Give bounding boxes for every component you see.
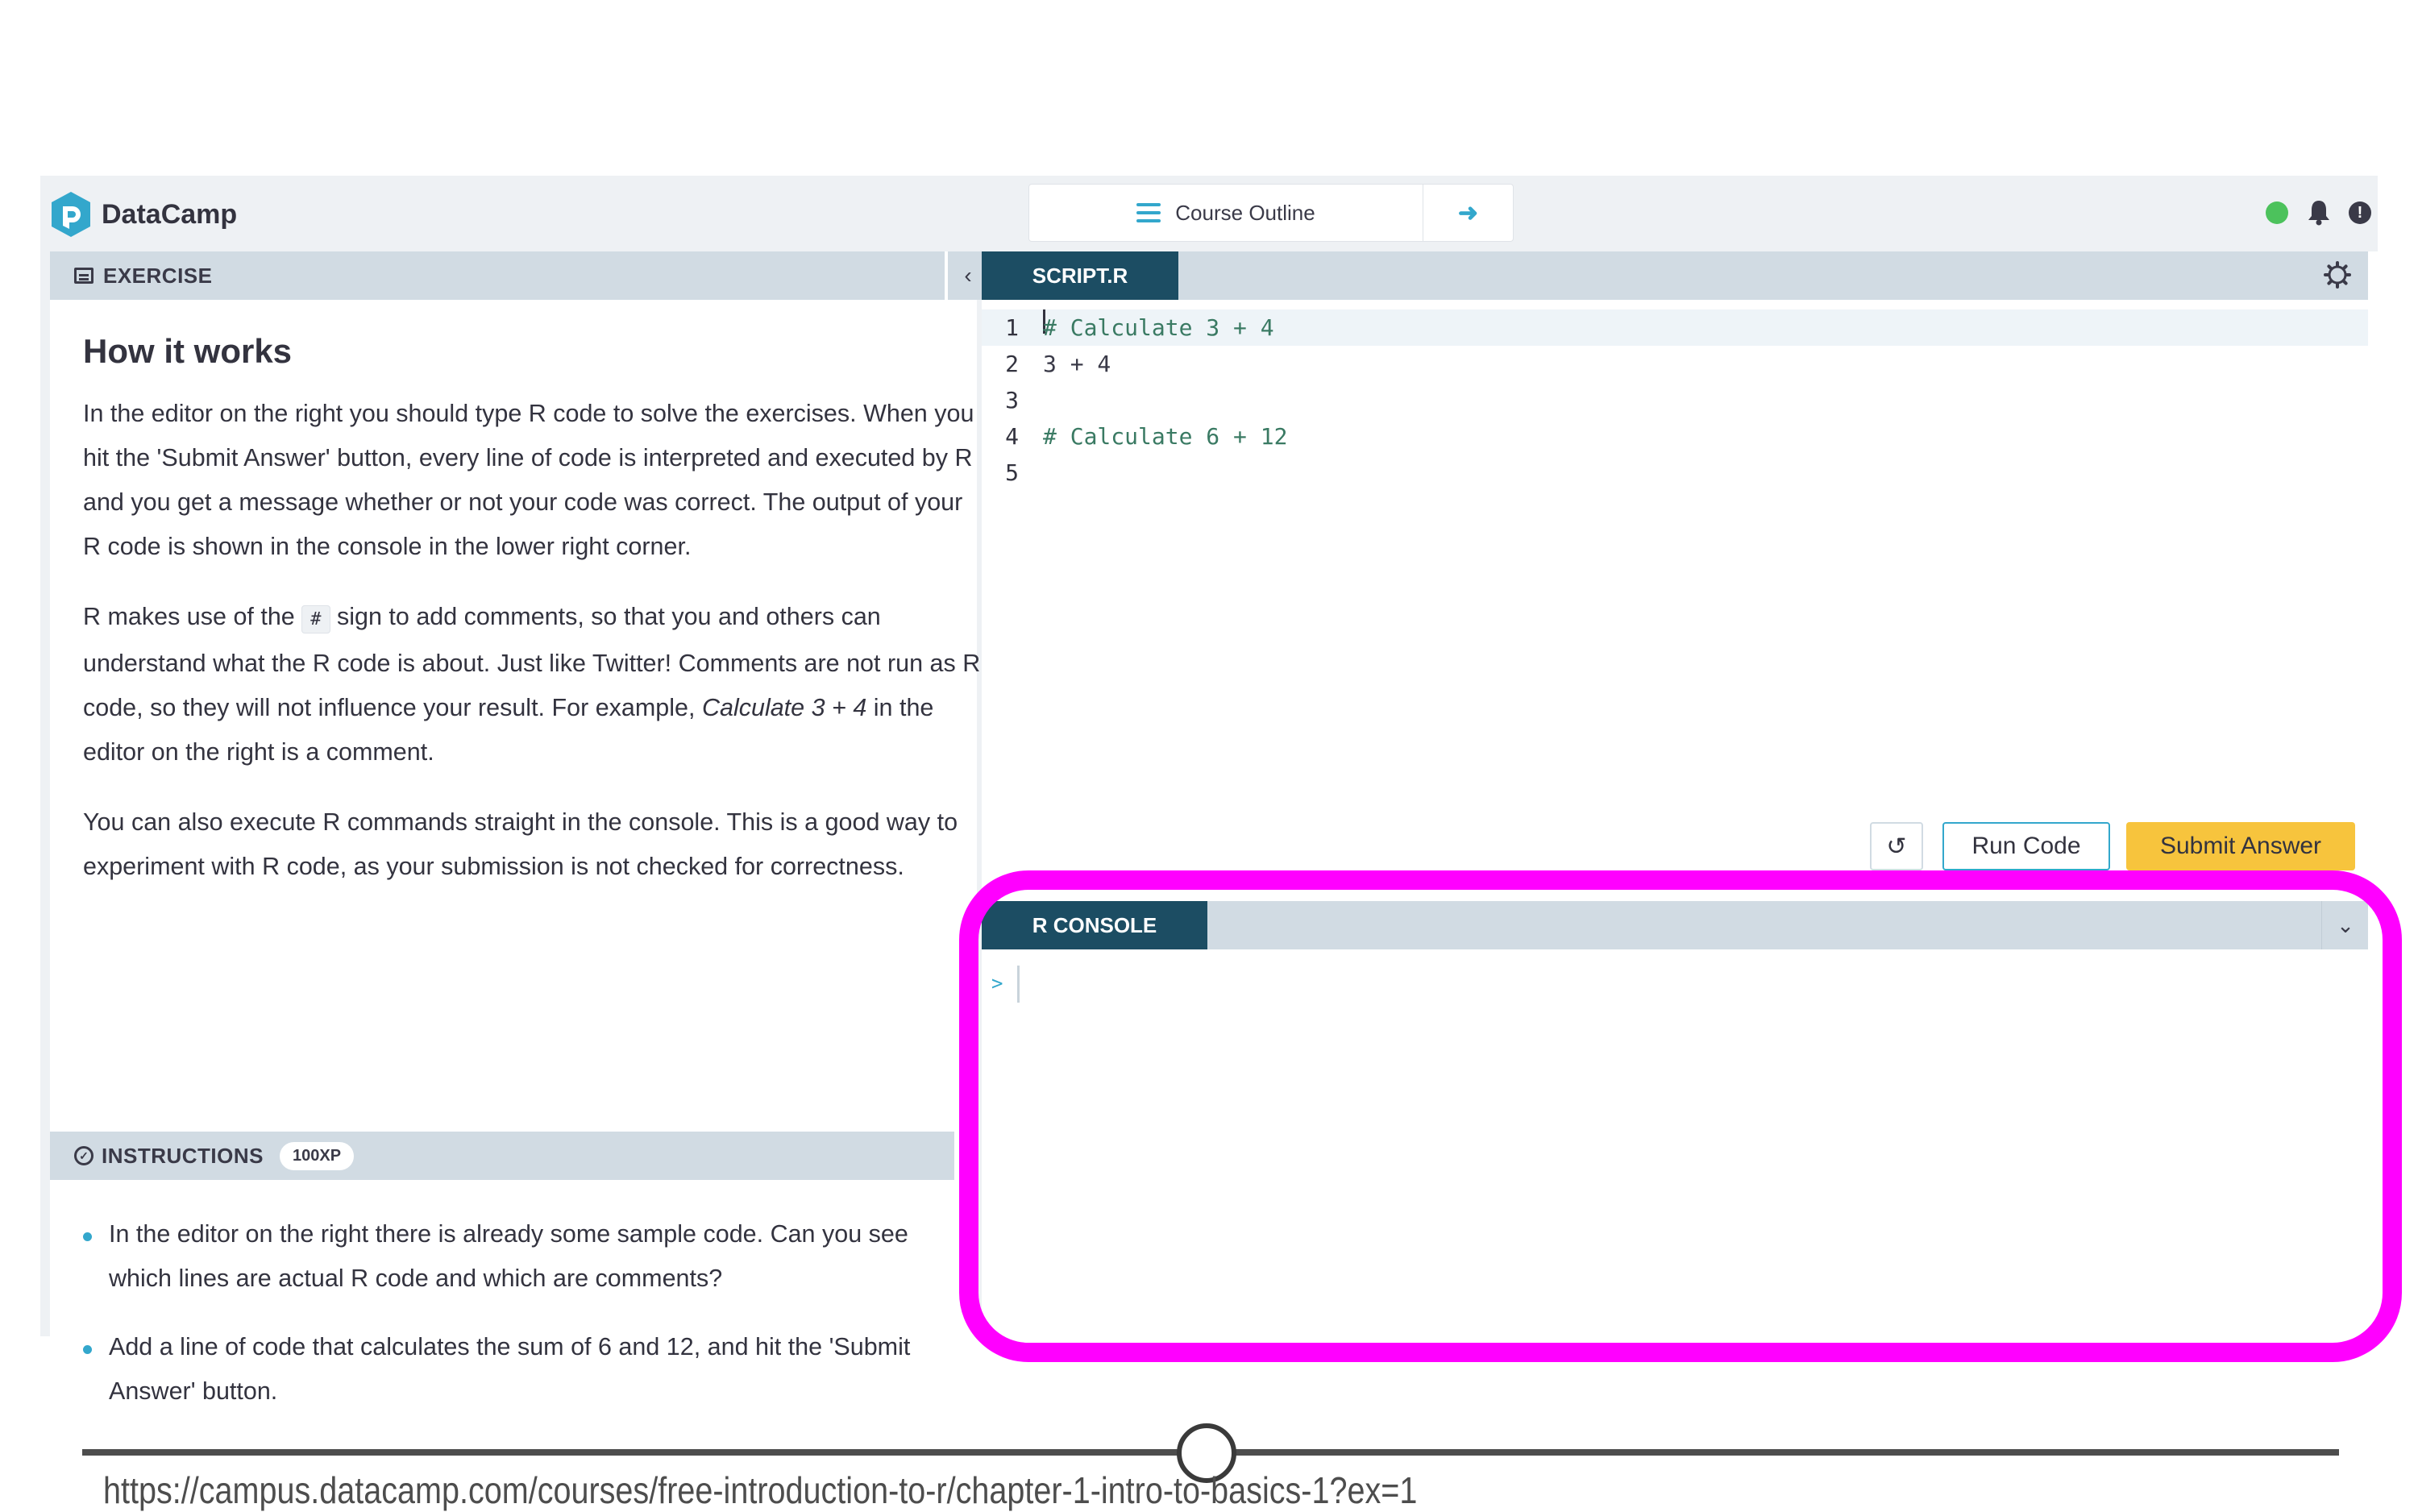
code-line[interactable]: 4 # Calculate 6 + 12 — [982, 418, 2368, 455]
p2-emphasis: Calculate 3 + 4 — [701, 694, 867, 721]
line-number: 2 — [1005, 351, 1019, 377]
exercise-title: How it works — [83, 332, 293, 370]
xp-badge: 100XP — [280, 1141, 355, 1170]
instruction-item: In the editor on the right there is alre… — [83, 1212, 953, 1301]
line-number: 1 — [1005, 314, 1019, 341]
code-editor[interactable]: 1 # Calculate 3 + 4 2 3 + 4 3 4 # Calcul… — [982, 309, 2368, 600]
brand-name: DataCamp — [102, 198, 238, 230]
check-circle-icon: ✓ — [74, 1146, 93, 1165]
editor-panel: SCRIPT.R 1 # Calculate 3 + 4 2 3 + 4 3 4… — [982, 251, 2378, 1336]
app-window: DataCamp Course Outline ➜ ! EXERCISE ‹ H… — [40, 176, 2378, 1405]
console-header: R CONSOLE ⌄ — [982, 901, 2368, 949]
instructions-title: INSTRUCTIONS — [102, 1143, 264, 1168]
line-number: 5 — [1005, 459, 1019, 486]
instruction-item: Add a line of code that calculates the s… — [83, 1325, 953, 1414]
next-exercise-button[interactable]: ➜ — [1423, 185, 1513, 241]
exercise-header: EXERCISE — [50, 251, 945, 300]
status-dot-icon — [2266, 201, 2288, 224]
exercise-panel: EXERCISE ‹ How it works In the editor on… — [50, 251, 988, 1405]
p2-pre: R makes use of the — [83, 603, 295, 630]
course-outline-control: Course Outline ➜ — [1028, 184, 1514, 242]
exercise-header-title: EXERCISE — [103, 263, 213, 288]
reset-icon: ↺ — [1886, 833, 1907, 860]
tab-r-console[interactable]: R CONSOLE — [982, 901, 1207, 949]
bell-icon[interactable] — [2307, 198, 2331, 226]
page-url: https://campus.datacamp.com/courses/free… — [103, 1469, 1418, 1511]
tab-script-r[interactable]: SCRIPT.R — [982, 251, 1178, 300]
line-number: 3 — [1005, 387, 1019, 413]
code-text: # Calculate 6 + 12 — [1043, 423, 1288, 450]
editor-header: SCRIPT.R — [982, 251, 2368, 300]
exercise-paragraph-2: R makes use of the # sign to add comment… — [83, 595, 986, 775]
code-line[interactable]: 1 # Calculate 3 + 4 — [982, 309, 2368, 346]
gear-icon[interactable] — [2324, 261, 2351, 289]
exercise-paragraph-3: You can also execute R commands straight… — [83, 808, 958, 880]
course-outline-button[interactable]: Course Outline — [1029, 185, 1423, 241]
datacamp-logo-icon — [52, 192, 90, 237]
reset-button[interactable]: ↺ — [1870, 822, 1923, 870]
info-icon[interactable]: ! — [2349, 201, 2371, 224]
code-line[interactable]: 2 3 + 4 — [982, 346, 2368, 382]
exercise-icon — [74, 268, 93, 284]
chevron-down-icon: ⌄ — [2337, 912, 2354, 937]
code-line[interactable]: 5 — [982, 455, 2368, 491]
console-body[interactable]: > — [982, 949, 2368, 1336]
course-outline-label: Course Outline — [1175, 200, 1315, 225]
exercise-content: How it works In the editor on the right … — [83, 332, 986, 915]
submit-answer-button[interactable]: Submit Answer — [2126, 822, 2355, 870]
arrow-right-icon: ➜ — [1457, 199, 1479, 226]
run-code-button[interactable]: Run Code — [1942, 822, 2110, 870]
datacamp-logo[interactable]: DataCamp — [48, 190, 237, 239]
code-text: # Calculate 3 + 4 — [1043, 314, 1274, 341]
console-collapse-button[interactable]: ⌄ — [2321, 901, 2369, 949]
code-line[interactable]: 3 — [982, 382, 2368, 418]
instructions-list: In the editor on the right there is alre… — [83, 1212, 953, 1438]
code-text: 3 + 4 — [1043, 351, 1111, 377]
hamburger-icon — [1136, 203, 1161, 222]
console-cursor — [1017, 966, 1020, 1003]
hash-code-snippet: # — [301, 605, 330, 633]
instructions-header: ✓ INSTRUCTIONS 100XP — [50, 1132, 954, 1180]
exercise-paragraph-1: In the editor on the right you should ty… — [83, 400, 974, 560]
chevron-left-icon: ‹ — [964, 263, 972, 288]
console-prompt: > — [991, 972, 1003, 995]
line-number: 4 — [1005, 423, 1019, 450]
top-bar: DataCamp Course Outline ➜ ! — [40, 176, 2378, 251]
